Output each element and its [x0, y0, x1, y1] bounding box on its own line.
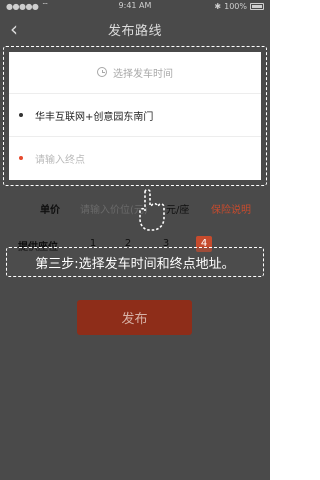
hint-text: 第三步:选择发车时间和终点地址。: [35, 256, 235, 272]
destination-placeholder: 请输入终点: [35, 154, 85, 166]
end-dot-icon: [19, 156, 23, 160]
page-title: 发布路线: [107, 23, 162, 39]
status-time: 9:41 AM: [118, 1, 152, 10]
price-label: 单价: [40, 205, 60, 216]
divider: [9, 93, 261, 94]
start-dot-icon: [19, 113, 23, 117]
route-card: 选择发车时间 华丰互联网+创意园东南门 请输入终点: [9, 52, 261, 180]
battery-icon: [250, 2, 264, 10]
start-location-field[interactable]: 华丰互联网+创意园东南门: [9, 95, 261, 135]
hint-box: 第三步:选择发车时间和终点地址。: [6, 247, 264, 277]
departure-time-placeholder: 选择发车时间: [113, 68, 173, 80]
hand-pointer-icon: [139, 188, 165, 231]
clock-icon: [97, 67, 107, 77]
insurance-link[interactable]: 保险说明: [211, 201, 251, 216]
price-row: 单价 请输入价位(元) 元/座 保险说明: [0, 194, 270, 222]
start-location-text: 华丰互联网+创意园东南门: [35, 111, 154, 123]
divider: [9, 136, 261, 137]
departure-time-field[interactable]: 选择发车时间: [9, 52, 261, 92]
status-bar: ●●●●● ⌔ 9:41 AM ✱ 100%: [0, 0, 270, 12]
nav-bar: ‹ 发布路线: [0, 12, 270, 46]
publish-button[interactable]: 发布: [77, 300, 192, 335]
price-unit: 元/座: [166, 205, 190, 216]
back-icon[interactable]: ‹: [10, 19, 24, 39]
destination-input[interactable]: 请输入终点: [9, 138, 261, 178]
